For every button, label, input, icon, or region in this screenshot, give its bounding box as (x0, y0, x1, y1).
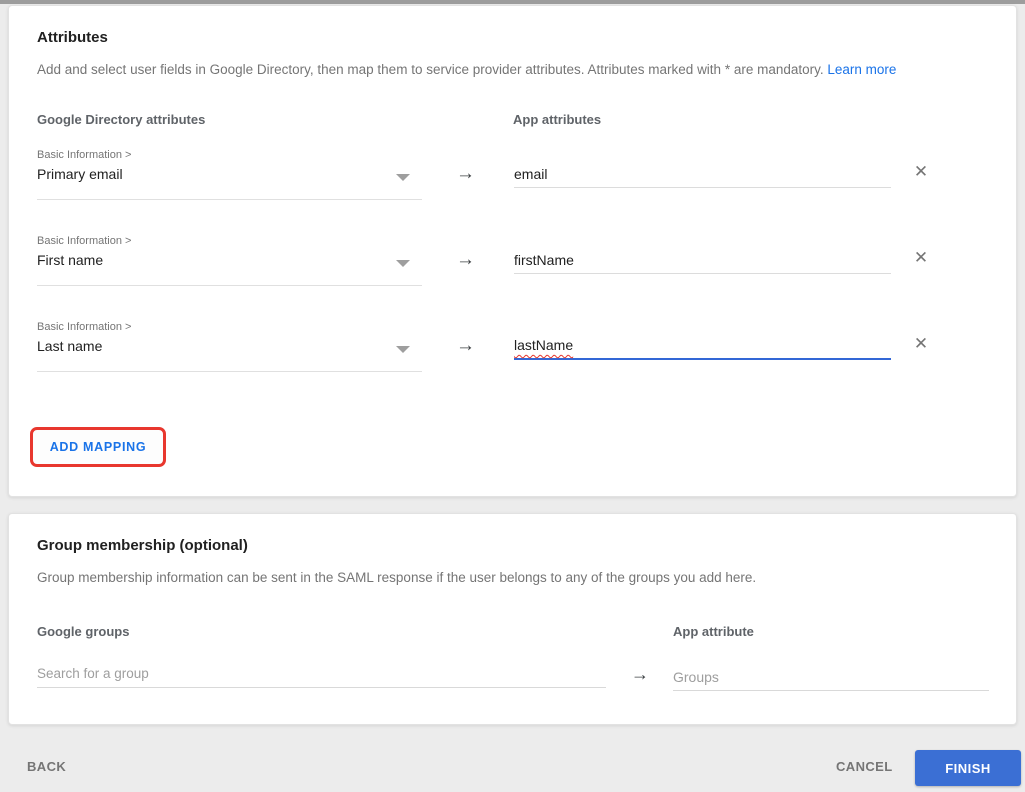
attribute-category-label: Basic Information > (37, 235, 132, 247)
directory-attribute-select-primary-email[interactable]: Basic Information > Primary email (37, 144, 422, 200)
attributes-description-text: Add and select user fields in Google Dir… (37, 62, 824, 77)
remove-mapping-icon[interactable]: ✕ (909, 160, 933, 184)
cancel-button[interactable]: CANCEL (836, 759, 893, 774)
group-membership-title: Group membership (optional) (37, 537, 248, 554)
mapping-row-primary-email: Basic Information > Primary email → ✕ (9, 140, 1016, 220)
google-directory-attributes-header: Google Directory attributes (37, 112, 206, 127)
top-divider-strip (0, 0, 1025, 4)
maps-to-arrow-icon: → (456, 335, 475, 356)
group-app-attribute-input[interactable] (673, 663, 989, 691)
group-membership-description: Group membership information can be sent… (37, 570, 757, 585)
attribute-category-label: Basic Information > (37, 321, 132, 333)
remove-mapping-icon[interactable]: ✕ (909, 246, 933, 270)
attribute-category-label: Basic Information > (37, 149, 132, 161)
app-attribute-input-email[interactable] (514, 160, 891, 188)
maps-to-arrow-icon: → (631, 664, 649, 684)
directory-attribute-select-first-name[interactable]: Basic Information > First name (37, 230, 422, 286)
attributes-card: Attributes Add and select user fields in… (8, 5, 1017, 497)
app-attribute-input-firstname[interactable] (514, 246, 891, 274)
finish-button[interactable]: FINISH (915, 750, 1021, 786)
remove-mapping-icon[interactable]: ✕ (909, 332, 933, 356)
add-mapping-button[interactable]: ADD MAPPING (50, 440, 147, 454)
google-groups-header: Google groups (37, 624, 130, 639)
dropdown-caret-icon (396, 260, 410, 267)
group-membership-card: Group membership (optional) Group member… (8, 513, 1017, 725)
attributes-title: Attributes (37, 29, 108, 46)
app-attributes-header: App attributes (513, 112, 602, 127)
maps-to-arrow-icon: → (456, 249, 475, 270)
group-search-input[interactable] (37, 660, 606, 688)
back-button[interactable]: BACK (27, 759, 66, 774)
dropdown-caret-icon (396, 346, 410, 353)
group-app-attribute-header: App attribute (673, 624, 754, 639)
dropdown-caret-icon (396, 174, 410, 181)
app-attribute-input-lastname[interactable]: lastName (514, 332, 891, 360)
maps-to-arrow-icon: → (456, 163, 475, 184)
attribute-value-label: Primary email (37, 166, 123, 182)
attribute-value-label: Last name (37, 338, 103, 354)
directory-attribute-select-last-name[interactable]: Basic Information > Last name (37, 316, 422, 372)
mapping-row-first-name: Basic Information > First name → ✕ (9, 226, 1016, 306)
misspelled-value-text: lastName (514, 337, 574, 353)
attributes-description: Add and select user fields in Google Dir… (37, 62, 988, 77)
red-highlight-annotation: ADD MAPPING (30, 427, 166, 467)
mapping-row-last-name: Basic Information > Last name → lastName… (9, 312, 1016, 392)
learn-more-link[interactable]: Learn more (827, 62, 896, 77)
attribute-value-label: First name (37, 252, 104, 268)
